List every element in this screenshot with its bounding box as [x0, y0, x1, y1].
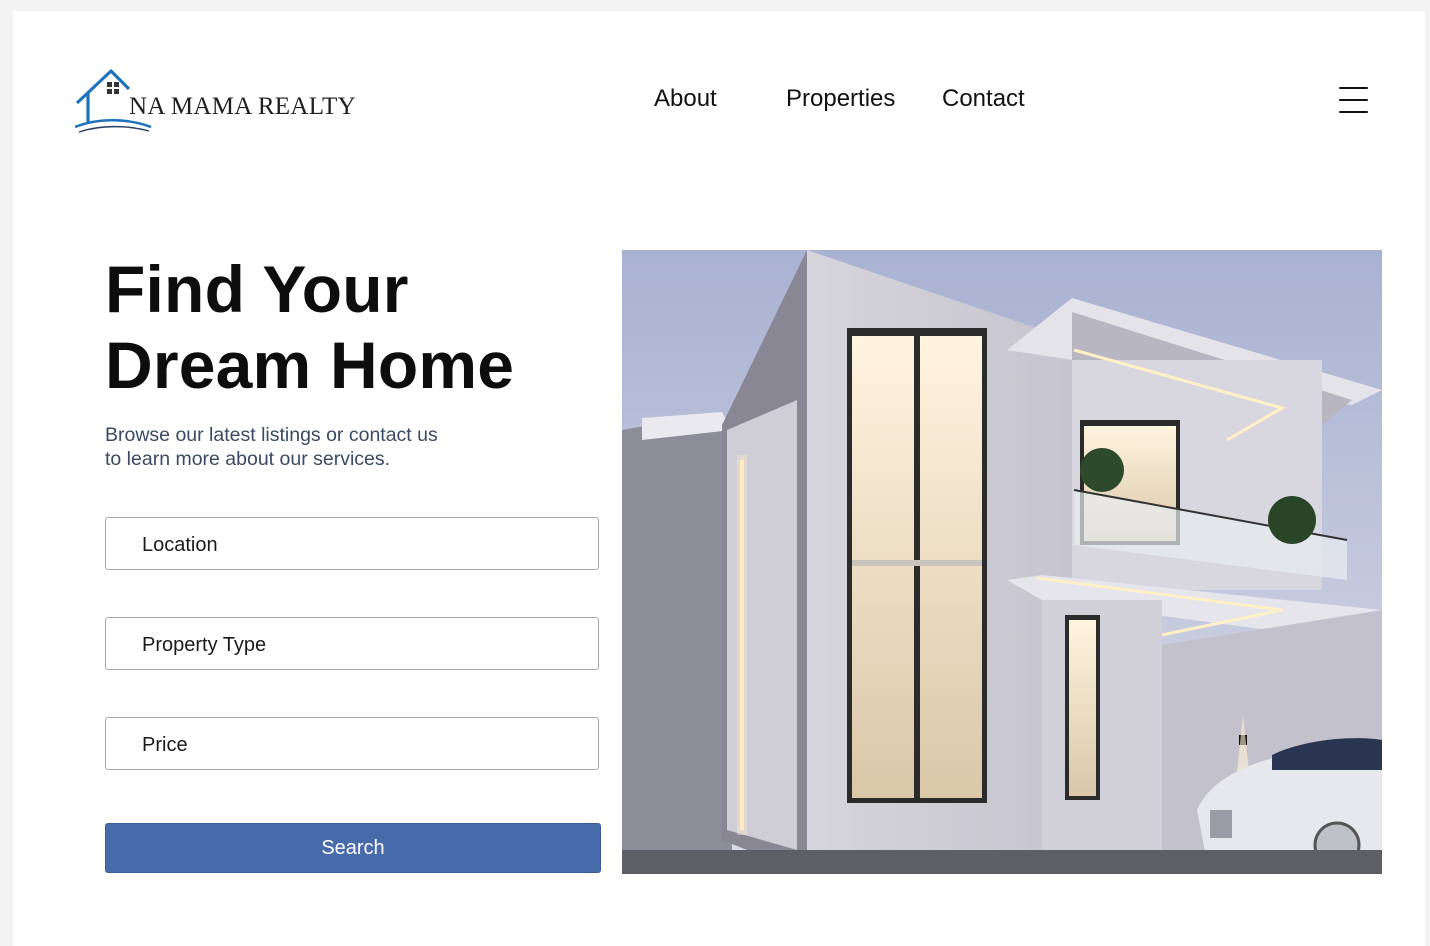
menu-bar [1339, 111, 1368, 113]
property-type-placeholder: Property Type [142, 634, 267, 656]
hamburger-menu-icon[interactable] [1339, 87, 1369, 113]
hero-subtitle-line-1: Browse our latest listings or contact us [105, 424, 438, 446]
nav-link-about[interactable]: About [654, 85, 717, 113]
brand-name: NA MAMA REALTY [129, 93, 356, 120]
nav-link-contact[interactable]: Contact [942, 85, 1025, 113]
menu-bar [1339, 87, 1368, 89]
brand-logo[interactable]: NA MAMA REALTY [75, 69, 375, 135]
nav-link-properties[interactable]: Properties [786, 85, 895, 113]
hero-house-photo [622, 250, 1382, 874]
hero-subtitle-line-2: to learn more about our services. [105, 448, 391, 470]
landing-page: NA MAMA REALTY About Properties Contact … [13, 11, 1425, 946]
menu-bar [1339, 99, 1368, 101]
search-button[interactable]: Search [105, 823, 601, 873]
price-placeholder: Price [142, 734, 188, 756]
hero-title: Find Your Dream Home [105, 251, 514, 403]
location-placeholder: Location [142, 534, 218, 556]
hero-title-line-2: Dream Home [105, 328, 515, 402]
property-type-input[interactable]: Property Type [105, 617, 599, 670]
house-illustration [622, 250, 1382, 874]
price-input[interactable]: Price [105, 717, 599, 770]
hero-title-line-1: Find Your [105, 252, 409, 326]
location-input[interactable]: Location [105, 517, 599, 570]
hero-subtitle: Browse our latest listings or contact us… [105, 423, 505, 471]
